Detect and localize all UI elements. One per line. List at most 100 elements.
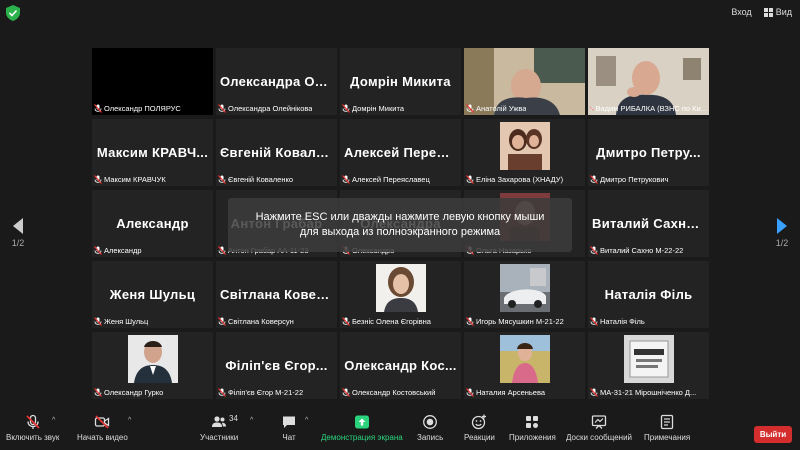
participant-name-label: Еліна Захарова (ХНАДУ): [466, 175, 563, 184]
participant-display-name: Домрін Микита: [350, 74, 451, 89]
participant-tile[interactable]: Виталий Сахно... Виталий Сахно М-22-22: [588, 190, 709, 257]
participant-name-text: Женя Шульц: [104, 317, 149, 326]
meeting-toolbar: Включить звук ^ Начать видео ^ Участники…: [0, 412, 800, 450]
participant-tile[interactable]: Еліна Захарова (ХНАДУ): [464, 119, 585, 186]
participant-video: [127, 335, 178, 383]
participant-tile[interactable]: Дмитро Петру... Дмитро Петрукович: [588, 119, 709, 186]
reactions-label: Реакции: [464, 433, 495, 442]
mic-off-icon: [466, 104, 474, 113]
participant-display-name: Максим КРАВЧ...: [96, 145, 209, 160]
participant-name-label: Женя Шульц: [94, 317, 148, 326]
participant-name-label: Наталия Арсеньева: [466, 388, 545, 397]
grid-view-icon: [763, 7, 773, 17]
participant-display-name: Алексей Переяс...: [344, 145, 461, 160]
next-page-button[interactable]: 1/2: [772, 218, 792, 248]
participant-tile[interactable]: Євгеній Ковале... Євгеній Коваленко: [216, 119, 337, 186]
participant-name-text: Наталія Філь: [600, 317, 645, 326]
mic-off-icon: [218, 388, 226, 397]
notes-icon: [660, 414, 674, 430]
participant-tile[interactable]: Філіп'єв Єгор... Філіп'єв Єгор М-21-22: [216, 332, 337, 399]
chat-button[interactable]: Чат: [281, 414, 297, 442]
participant-tile[interactable]: Олександра Ол... Олександра Олейнікова: [216, 48, 337, 115]
share-screen-icon: [354, 415, 369, 429]
audio-options-caret[interactable]: ^: [52, 417, 55, 424]
mic-off-icon: [590, 106, 594, 111]
apps-icon: [526, 416, 539, 428]
participant-name-label: Александр: [94, 246, 142, 255]
participant-name-text: Олександра Олейнікова: [228, 104, 313, 113]
participant-display-name: Женя Шульц: [109, 287, 196, 302]
notes-button[interactable]: Примечания: [644, 414, 690, 442]
security-shield-icon[interactable]: [6, 5, 20, 21]
participant-tile[interactable]: Наталия Арсеньева: [464, 332, 585, 399]
participant-name-text: Виталий Сахно М-22-22: [600, 246, 684, 255]
participant-name-label: Світлана Коверсун: [218, 317, 294, 326]
participant-tile[interactable]: Вадим РИБАЛКА (ВЗНС по Ки...: [588, 48, 709, 115]
participant-name-text: Світлана Коверсун: [228, 317, 294, 326]
leave-button[interactable]: Выйти: [754, 426, 792, 443]
participant-tile[interactable]: Алексей Переяс... Алексей Переяславец: [340, 119, 461, 186]
participant-display-name: Світлана Ковер...: [220, 287, 337, 302]
previous-page-button[interactable]: 1/2: [8, 218, 28, 248]
participant-video: [499, 264, 550, 312]
apps-label: Приложения: [509, 433, 556, 442]
participant-name-label: Наталія Філь: [590, 317, 645, 326]
mic-off-icon: [466, 388, 474, 397]
participants-count: 34: [229, 414, 238, 423]
participant-display-name: Дмитро Петру...: [596, 145, 701, 160]
participants-icon: [212, 416, 227, 427]
participant-tile[interactable]: Олександр Гурко: [92, 332, 213, 399]
start-video-button[interactable]: Начать видео: [77, 414, 128, 442]
fullscreen-exit-hint: Нажмите ESC или дважды нажмите левую кно…: [228, 198, 572, 252]
participant-name-text: Максим КРАВЧУК: [104, 175, 166, 184]
participant-name-text: Євгеній Коваленко: [228, 175, 294, 184]
participant-name-label: Алексей Переяславец: [342, 175, 430, 184]
participant-video: [499, 335, 550, 383]
page-indicator-left: 1/2: [11, 238, 25, 248]
participant-tile[interactable]: Безніс Олена Єгорівна: [340, 261, 461, 328]
participant-tile[interactable]: Домрін Микита Домрін Микита: [340, 48, 461, 115]
participant-tile[interactable]: Игорь Мясушкин М-21-22: [464, 261, 585, 328]
mic-off-icon: [94, 317, 102, 326]
participant-name-text: Олександр Гурко: [104, 388, 164, 397]
chat-icon: [283, 416, 295, 428]
mic-off-icon: [94, 175, 102, 184]
enter-button[interactable]: Вход: [731, 7, 751, 17]
participant-video: [499, 122, 550, 170]
participant-name-label: Максим КРАВЧУК: [94, 175, 166, 184]
chat-label: Чат: [282, 433, 296, 442]
reactions-button[interactable]: Реакции: [464, 414, 495, 442]
page-indicator-right: 1/2: [775, 238, 789, 248]
participant-display-name: Філіп'єв Єгор...: [225, 358, 328, 373]
mic-off-icon: [466, 175, 474, 184]
mic-off-icon: [342, 104, 350, 113]
participant-name-text: Игорь Мясушкин М-21-22: [476, 317, 564, 326]
share-screen-button[interactable]: Демонстрация экрана: [321, 414, 403, 442]
whiteboards-button[interactable]: Доски сообщений: [566, 414, 632, 442]
chat-options-caret[interactable]: ^: [305, 417, 308, 424]
participant-tile[interactable]: Александр Александр: [92, 190, 213, 257]
participant-tile[interactable]: Олександр ПОЛЯРУС: [92, 48, 213, 115]
notes-label: Примечания: [644, 433, 691, 442]
participants-options-caret[interactable]: ^: [250, 417, 253, 424]
participant-name-label: Євгеній Коваленко: [218, 175, 293, 184]
participant-display-name: Виталий Сахно...: [592, 216, 707, 231]
participant-tile[interactable]: МА-31-21 Мірошніченко Д...: [588, 332, 709, 399]
record-button[interactable]: Запись: [417, 414, 443, 442]
participant-tile[interactable]: Наталія Філь Наталія Філь: [588, 261, 709, 328]
participant-tile[interactable]: Женя Шульц Женя Шульц: [92, 261, 213, 328]
participant-tile[interactable]: Світлана Ковер... Світлана Коверсун: [216, 261, 337, 328]
view-button[interactable]: Вид: [763, 7, 792, 17]
mic-off-icon: [218, 317, 226, 326]
mic-off-icon: [590, 388, 598, 397]
video-options-caret[interactable]: ^: [128, 417, 131, 424]
participant-tile[interactable]: Максим КРАВЧ... Максим КРАВЧУК: [92, 119, 213, 186]
participant-name-label: Олександр Костовський: [342, 388, 435, 397]
participant-name-text: Вадим РИБАЛКА (ВЗНС по Ки...: [595, 104, 708, 113]
participant-tile[interactable]: Анатолій Ужва: [464, 48, 585, 115]
participant-tile[interactable]: Олександр Кос... Олександр Костовський: [340, 332, 461, 399]
mic-off-icon: [342, 317, 350, 326]
mic-off-icon: [342, 175, 350, 184]
apps-button[interactable]: Приложения: [509, 414, 556, 442]
mic-off-icon: [590, 246, 598, 255]
